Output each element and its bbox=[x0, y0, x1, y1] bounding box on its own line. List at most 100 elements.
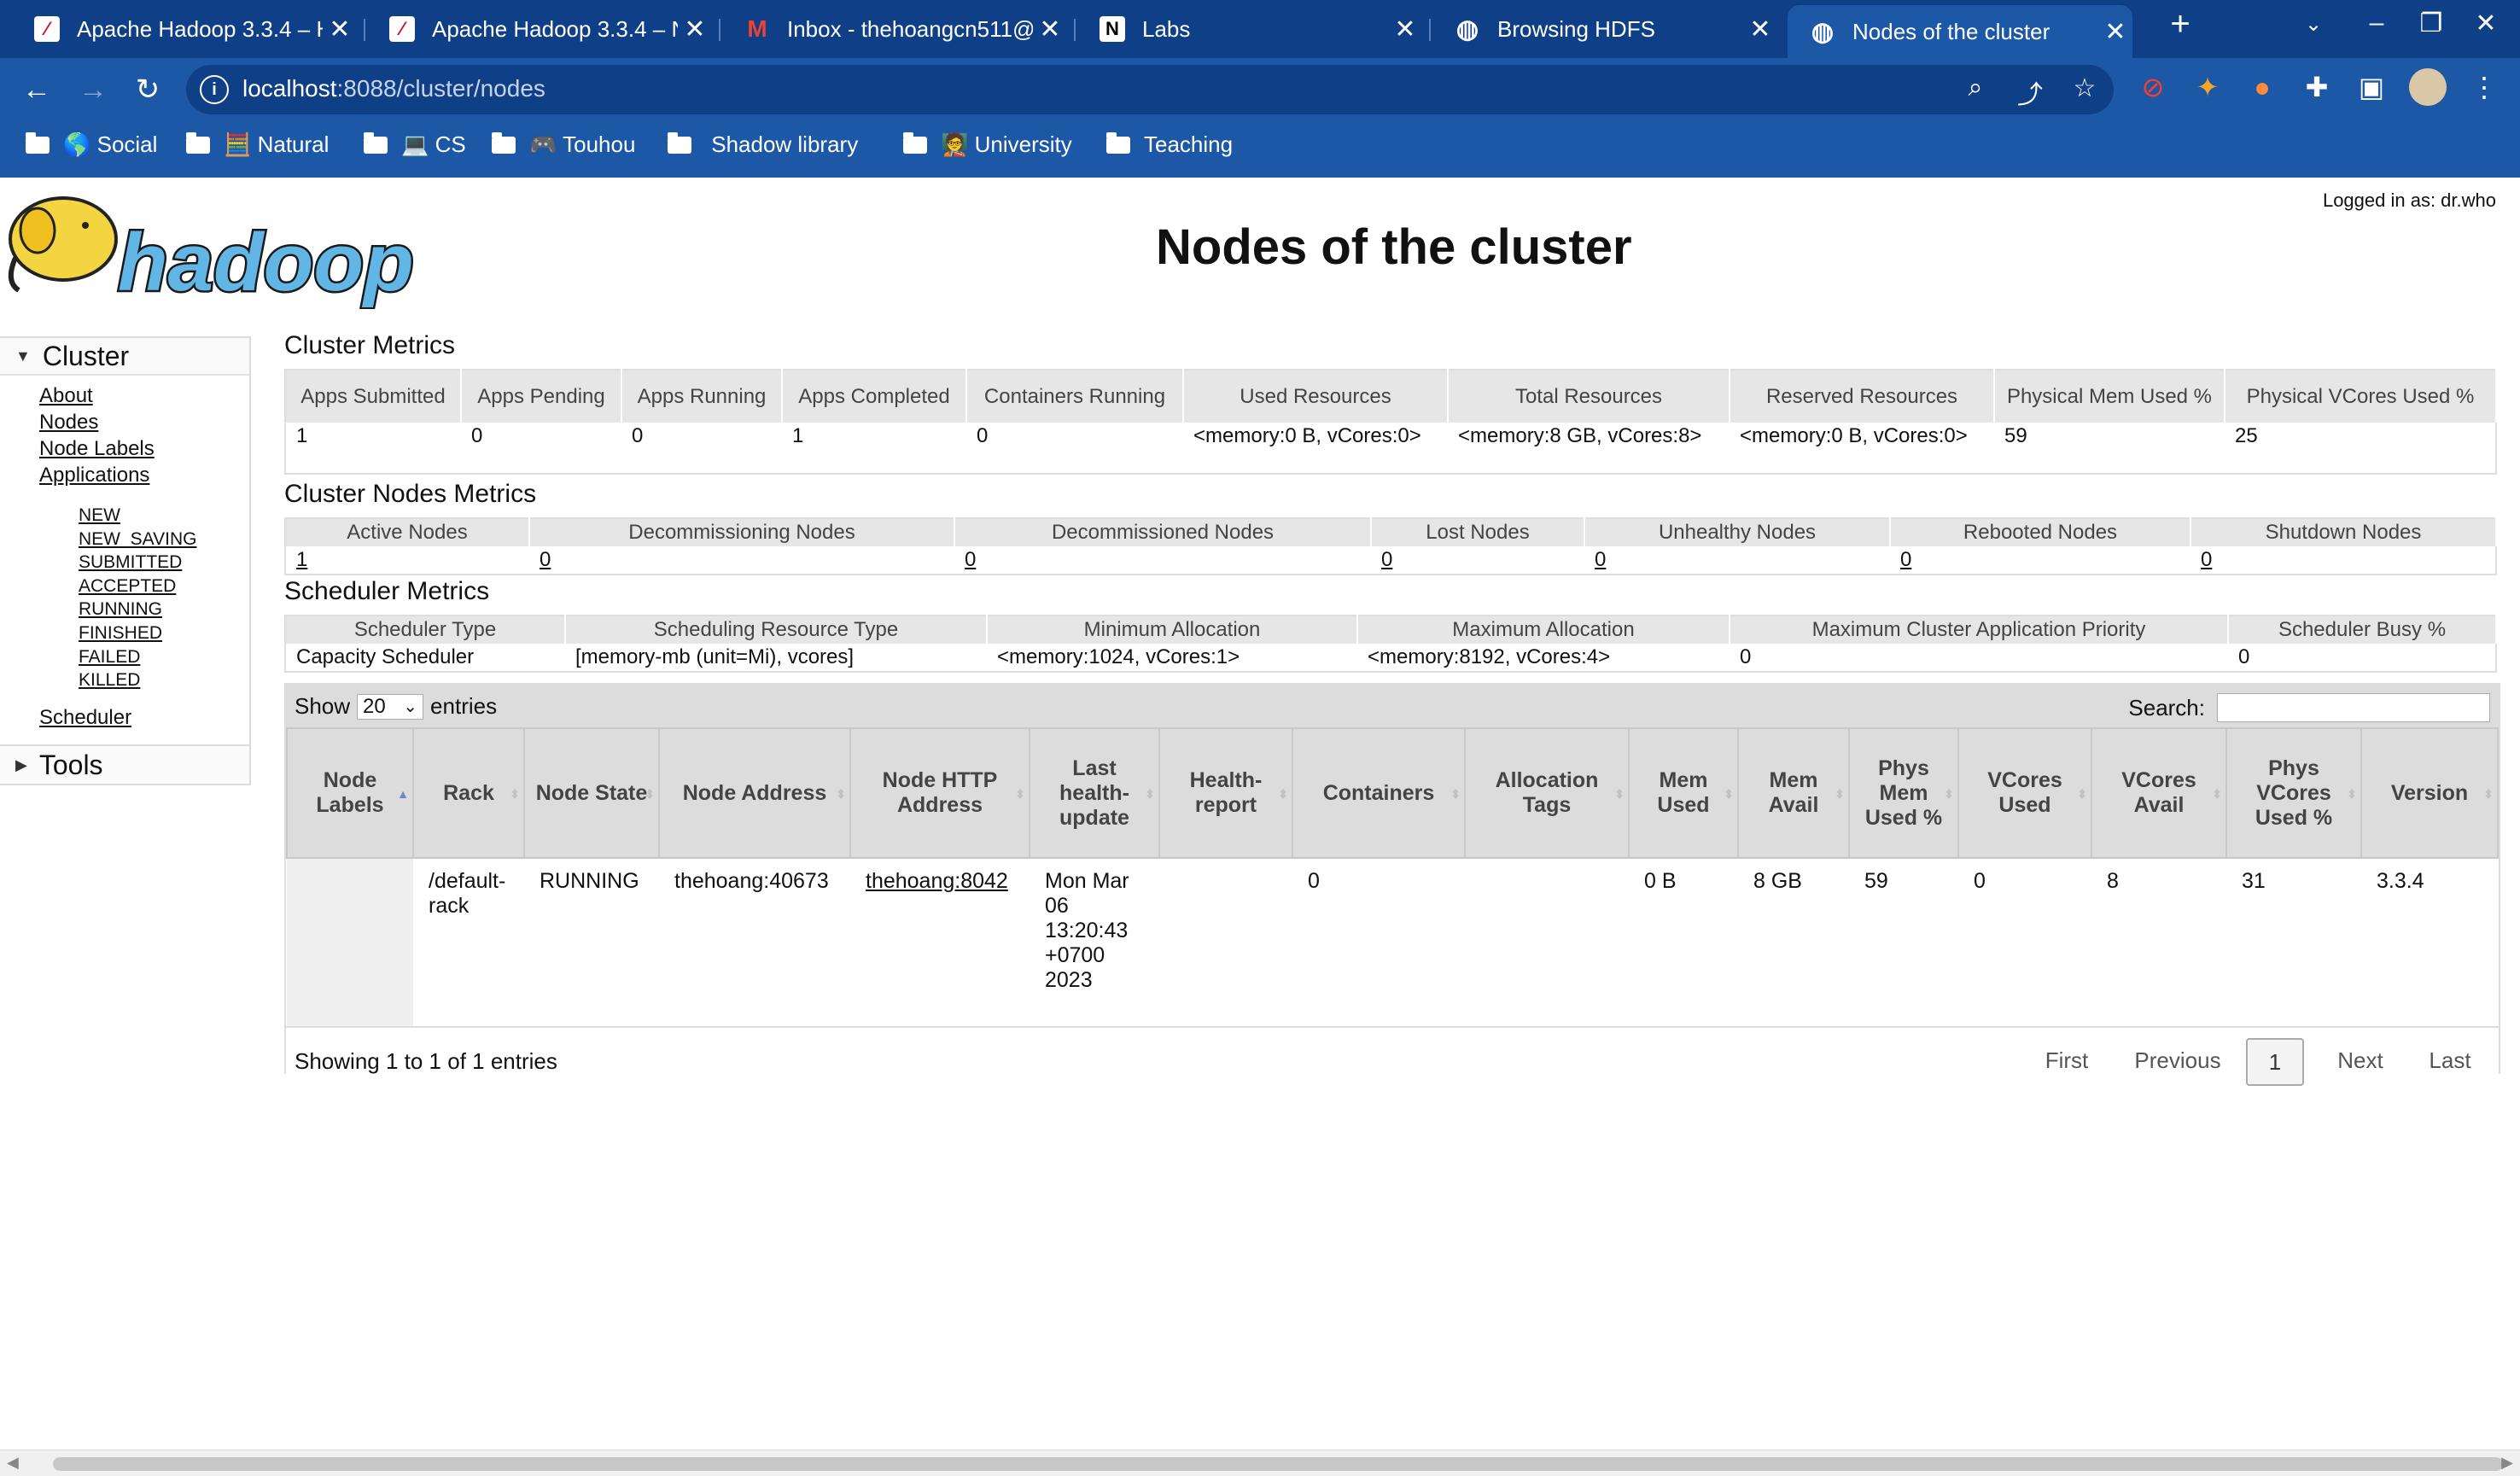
puzzle-icon[interactable]: ✚ bbox=[2298, 68, 2336, 106]
lost-nodes-link[interactable]: 0 bbox=[1381, 548, 1392, 571]
sidebar-app-state-killed[interactable]: KILLED bbox=[79, 668, 249, 692]
close-icon[interactable]: ✕ bbox=[1743, 15, 1777, 44]
pagination-page-button[interactable]: 1 bbox=[2246, 1038, 2304, 1086]
column-header-version[interactable]: Version ⬍ bbox=[2360, 727, 2499, 859]
tab-gmail[interactable]: M Inbox - thehoangcn511@ ✕ bbox=[722, 7, 1067, 51]
url-text[interactable]: localhost:8088/cluster/nodes bbox=[242, 75, 545, 102]
rebooted-nodes-link[interactable]: 0 bbox=[1900, 548, 1911, 571]
column-header: Apps Submitted bbox=[285, 370, 462, 423]
tab-hadoop-1[interactable]: ⁄ Apache Hadoop 3.3.4 – H ✕ bbox=[12, 7, 357, 51]
sidebar-link-about[interactable]: About bbox=[39, 382, 249, 409]
column-header-node-address[interactable]: Node Address ⬍ bbox=[658, 727, 851, 859]
active-nodes-link[interactable]: 1 bbox=[296, 548, 307, 571]
bookmark-folder[interactable]: 💻 CS bbox=[364, 131, 466, 158]
bookmark-folder[interactable]: 🧑‍🏫 University bbox=[903, 131, 1072, 158]
unhealthy-nodes-link[interactable]: 0 bbox=[1595, 548, 1606, 571]
decommissioning-nodes-link[interactable]: 0 bbox=[540, 548, 551, 571]
forward-button[interactable]: → bbox=[72, 68, 114, 111]
close-icon[interactable]: ✕ bbox=[1388, 15, 1422, 44]
column-header-node-state[interactable]: Node State ⬍ bbox=[523, 727, 660, 859]
sidebar-link-node-labels[interactable]: Node Labels bbox=[39, 435, 249, 462]
column-header-vcores-used[interactable]: VCores Used ⬍ bbox=[1957, 727, 2092, 859]
shutdown-nodes-link[interactable]: 0 bbox=[2201, 548, 2212, 571]
site-info-icon[interactable]: i bbox=[200, 75, 229, 104]
address-bar[interactable]: i localhost:8088/cluster/nodes ⌕ ⤴ ☆ bbox=[186, 65, 2114, 114]
pagination-next-button[interactable]: Next bbox=[2318, 1038, 2403, 1082]
chevron-down-icon: ⌄ bbox=[403, 697, 418, 716]
share-icon[interactable]: ⤴ bbox=[2013, 73, 2047, 111]
column-header-node-http-address[interactable]: Node HTTP Address ⬍ bbox=[849, 727, 1030, 859]
close-icon[interactable]: ✕ bbox=[1033, 15, 1067, 44]
search-input[interactable] bbox=[2217, 693, 2490, 722]
avatar[interactable] bbox=[2409, 68, 2447, 106]
bookmark-folder[interactable]: 🧮 Natural bbox=[186, 131, 329, 158]
horizontal-scrollbar[interactable]: ◀ ▶ bbox=[0, 1450, 2520, 1476]
bookmark-folder[interactable]: 🎮 Touhou bbox=[492, 131, 635, 158]
sidebar-app-state-running[interactable]: RUNNING bbox=[79, 598, 249, 621]
node-http-address-link[interactable]: thehoang:8042 bbox=[866, 869, 1008, 893]
column-header-node-labels[interactable]: Node Labels ▲ bbox=[286, 727, 414, 859]
new-tab-button[interactable]: + bbox=[2156, 5, 2204, 44]
containers-cell: 0 bbox=[1308, 869, 1320, 893]
extension-icon[interactable]: ✦ bbox=[2189, 68, 2226, 106]
pagination-previous-button[interactable]: Previous bbox=[2120, 1038, 2236, 1082]
column-header-containers[interactable]: Containers ⬍ bbox=[1292, 727, 1466, 859]
sidebar-cluster-label: Cluster bbox=[42, 340, 130, 371]
tab-hadoop-2[interactable]: ⁄ Apache Hadoop 3.3.4 – N ✕ bbox=[367, 7, 712, 51]
sidebar-link-nodes[interactable]: Nodes bbox=[39, 409, 249, 435]
window-close-button[interactable]: ✕ bbox=[2462, 9, 2510, 38]
tab-browsing-hdfs[interactable]: ◍ Browsing HDFS ✕ bbox=[1432, 7, 1777, 51]
sidebar-cluster-header[interactable]: ▼ Cluster bbox=[0, 338, 249, 376]
globe-icon: ◍ bbox=[1811, 17, 1835, 46]
sidebar-link-applications[interactable]: Applications bbox=[39, 462, 249, 488]
bookmark-folder[interactable]: Teaching bbox=[1106, 131, 1233, 158]
sidebar-app-state-new[interactable]: NEW bbox=[79, 504, 249, 528]
side-panel-icon[interactable]: ▣ bbox=[2353, 68, 2390, 106]
decommissioned-nodes-link[interactable]: 0 bbox=[965, 548, 976, 571]
page-size-select[interactable]: 20 ⌄ bbox=[357, 693, 424, 720]
scroll-right-icon[interactable]: ▶ bbox=[2501, 1454, 2513, 1472]
star-icon[interactable]: ☆ bbox=[2068, 73, 2102, 103]
minimize-button[interactable]: – bbox=[2353, 9, 2400, 38]
scrollbar-thumb[interactable] bbox=[53, 1457, 2503, 1471]
sidebar-app-state-failed[interactable]: FAILED bbox=[79, 645, 249, 669]
column-header-mem-used[interactable]: Mem Used ⬍ bbox=[1628, 727, 1739, 859]
column-header-vcores-avail[interactable]: VCores Avail ⬍ bbox=[2091, 727, 2227, 859]
sidebar-app-state-finished[interactable]: FINISHED bbox=[79, 621, 249, 645]
close-icon[interactable]: ✕ bbox=[678, 15, 712, 44]
back-button[interactable]: ← bbox=[15, 68, 58, 111]
bookmark-folder[interactable]: Shadow library bbox=[668, 131, 858, 158]
column-header-phys-vcores-used[interactable]: Phys VCores Used % ⬍ bbox=[2225, 727, 2362, 859]
column-header-phys-mem-used[interactable]: Phys Mem Used % ⬍ bbox=[1848, 727, 1959, 859]
close-icon[interactable]: ✕ bbox=[2098, 17, 2132, 47]
scroll-left-icon[interactable]: ◀ bbox=[7, 1454, 19, 1472]
sidebar-tools-header[interactable]: ▶ Tools bbox=[0, 746, 249, 784]
sidebar-tools[interactable]: ▶ Tools bbox=[0, 744, 251, 785]
column-header-mem-avail[interactable]: Mem Avail ⬍ bbox=[1737, 727, 1850, 859]
folder-icon bbox=[186, 131, 210, 154]
tab-nodes-active[interactable]: ◍ Nodes of the cluster ✕ bbox=[1788, 5, 2132, 58]
extension-icon[interactable]: ● bbox=[2243, 68, 2281, 106]
column-header-last-health-update[interactable]: Last health-update ⬍ bbox=[1029, 727, 1160, 859]
pagination-first-button[interactable]: First bbox=[2024, 1038, 2109, 1082]
table-cell: 0 bbox=[1740, 645, 1752, 668]
bookmark-folder[interactable]: 🌎 Social bbox=[26, 131, 157, 158]
column-header-rack[interactable]: Rack ⬍ bbox=[412, 727, 525, 859]
sidebar-app-state-accepted[interactable]: ACCEPTED bbox=[79, 575, 249, 598]
browser-chrome: ⁄ Apache Hadoop 3.3.4 – H ✕ ⁄ Apache Had… bbox=[0, 0, 2520, 178]
tab-search-chevron-icon[interactable]: ⌄ bbox=[2290, 12, 2337, 37]
sidebar-app-state-submitted[interactable]: SUBMITTED bbox=[79, 551, 249, 575]
menu-icon[interactable]: ⋮ bbox=[2465, 68, 2503, 106]
restore-button[interactable]: ❐ bbox=[2407, 9, 2455, 38]
close-icon[interactable]: ✕ bbox=[323, 15, 357, 44]
sidebar-link-scheduler[interactable]: Scheduler bbox=[39, 704, 249, 731]
column-header-health-report[interactable]: Health-report ⬍ bbox=[1158, 727, 1293, 859]
zoom-icon[interactable]: ⌕ bbox=[1958, 73, 1992, 102]
tab-labs[interactable]: N Labs ✕ bbox=[1077, 7, 1422, 51]
block-extension-icon[interactable]: ⊘ bbox=[2134, 68, 2172, 106]
column-header-allocation-tags[interactable]: Allocation Tags ⬍ bbox=[1464, 727, 1630, 859]
pagination-last-button[interactable]: Last bbox=[2412, 1038, 2488, 1082]
reload-button[interactable]: ↻ bbox=[126, 68, 169, 111]
phys-mem-used-cell: 59 bbox=[1864, 869, 1888, 893]
sidebar-app-state-new-saving[interactable]: NEW_SAVING bbox=[79, 528, 249, 551]
